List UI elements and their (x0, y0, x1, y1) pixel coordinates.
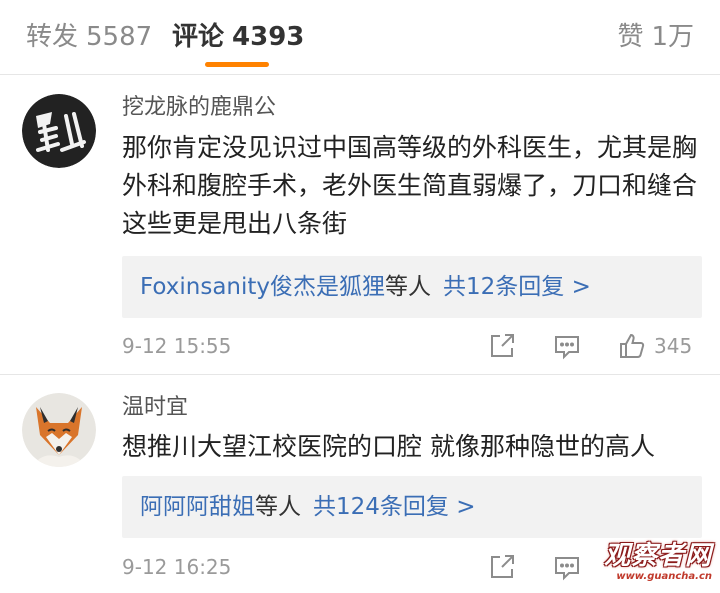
comment-item: 挖龙脉的鹿鼎公 那你肯定没见识过中国高等级的外科医生，尤其是胸外科和腹腔手术，老… (0, 76, 720, 375)
tab-like-count: 1万 (651, 22, 694, 52)
tab-repost-label: 转发 (26, 22, 79, 52)
tab-comment[interactable]: 评论 4393 (172, 20, 304, 54)
fox-avatar-icon[interactable] (22, 393, 96, 467)
watermark-url: www.guancha.cn (616, 571, 712, 582)
thumbs-up-icon (620, 333, 645, 358)
comment-timestamp: 9-12 16:25 (122, 555, 232, 579)
comment-username[interactable]: 挖龙脉的鹿鼎公 (122, 94, 276, 122)
calligraphy-avatar-icon[interactable] (22, 94, 96, 168)
active-tab-indicator (205, 62, 269, 67)
tab-comment-label: 评论 (172, 22, 225, 52)
tab-repost[interactable]: 转发 5587 (26, 20, 152, 54)
comment-username[interactable]: 温时宜 (122, 394, 188, 422)
reply-summary[interactable]: Foxinsanity俊杰是狐狸等人 共12条回复 > (122, 256, 702, 318)
comment-bubble-icon (555, 557, 579, 581)
share-button[interactable] (488, 552, 516, 582)
tab-like-label: 赞 (617, 22, 644, 52)
reply-suffix: 等人 (255, 494, 301, 520)
tab-bar: 转发 5587 评论 4393 赞 1万 (0, 0, 720, 75)
share-button[interactable] (488, 331, 516, 361)
reply-button[interactable] (553, 552, 581, 582)
reply-suffix: 等人 (385, 274, 432, 300)
like-count: 345 (654, 334, 693, 358)
reply-user-link[interactable]: 阿阿阿甜姐 (140, 494, 255, 520)
tab-comment-count: 4393 (232, 22, 305, 52)
comment-bubble-icon (555, 336, 579, 360)
reply-user-link[interactable]: Foxinsanity俊杰是狐狸 (140, 274, 385, 300)
reply-button[interactable] (553, 331, 581, 361)
comment-text: 那你肯定没见识过中国高等级的外科医生，尤其是胸外科和腹腔手术，老外医生简直弱爆了… (122, 133, 698, 238)
share-icon (491, 555, 514, 578)
tab-like[interactable]: 赞 1万 (617, 20, 694, 54)
reply-summary[interactable]: 阿阿阿甜姐等人 共124条回复 > (122, 476, 702, 538)
share-icon (491, 334, 514, 357)
reply-count-link[interactable]: 共124条回复 > (313, 494, 475, 520)
like-button[interactable]: 345 (618, 331, 692, 361)
watermark-title: 观察者网 (603, 541, 712, 571)
watermark: 观察者网 www.guancha.cn (600, 541, 712, 589)
tab-repost-count: 5587 (86, 22, 153, 52)
reply-count-link[interactable]: 共12条回复 > (443, 274, 591, 300)
comment-timestamp: 9-12 15:55 (122, 334, 232, 358)
comment-text: 想推川大望江校医院的口腔 就像那种隐世的高人 (122, 432, 655, 461)
